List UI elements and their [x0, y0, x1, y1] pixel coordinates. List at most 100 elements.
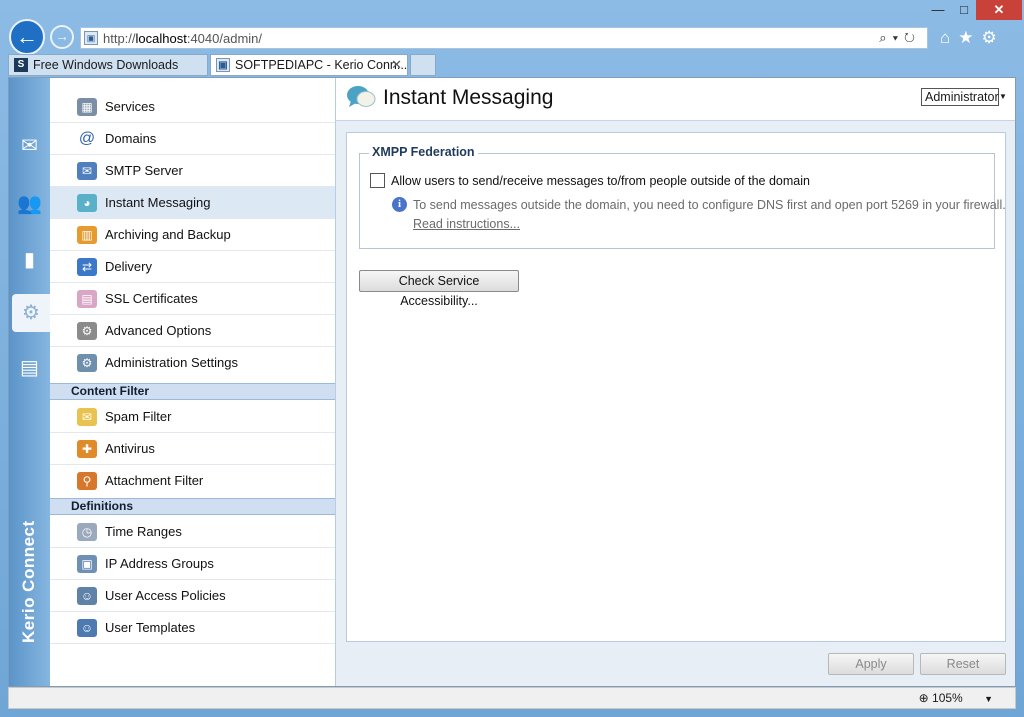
clock-icon: ◷: [77, 523, 97, 541]
chevron-down-icon[interactable]: ▼: [999, 92, 1007, 101]
menu-item-antivirus[interactable]: ✚ Antivirus: [50, 433, 335, 465]
access-policy-icon: ☺: [77, 587, 97, 605]
menu-item-spam-filter[interactable]: ✉ Spam Filter: [50, 401, 335, 433]
menu-item-ip-address-groups[interactable]: ▣ IP Address Groups: [50, 548, 335, 580]
menu-item-domains[interactable]: @ Domains: [50, 123, 335, 155]
tab-free-windows-downloads[interactable]: S Free Windows Downloads: [8, 54, 208, 76]
minimize-button[interactable]: —: [924, 0, 952, 20]
page-title: Instant Messaging: [383, 86, 554, 109]
menu-item-instant-messaging[interactable]: ◕ Instant Messaging: [50, 187, 335, 219]
tab-kerio-connect[interactable]: ▣ SOFTPEDIAPC - Kerio Conn... ✕: [210, 54, 408, 76]
url-path: :4040/admin/: [186, 31, 263, 46]
smtp-server-icon: ✉: [77, 162, 97, 180]
apply-button[interactable]: Apply: [828, 653, 914, 675]
section-rail: ✉ 👥 ▮ ⚙ ▤ Kerio Connect: [9, 78, 50, 686]
back-arrow-icon: ←: [16, 24, 38, 49]
menu-item-label: Instant Messaging: [105, 195, 211, 210]
tab-label: Free Windows Downloads: [33, 58, 179, 72]
refresh-icon[interactable]: ↻: [904, 30, 921, 45]
menu-item-label: Services: [105, 99, 155, 114]
spam-icon: ✉: [77, 408, 97, 426]
home-icon[interactable]: ⌂: [940, 28, 958, 47]
certificate-icon: ▤: [77, 290, 97, 308]
address-tools: ⌕▾↻: [879, 30, 921, 46]
allow-federation-label[interactable]: Allow users to send/receive messages to/…: [391, 174, 810, 188]
statistics-icon[interactable]: ▮: [13, 244, 46, 276]
back-button[interactable]: ←: [9, 19, 45, 55]
menu-item-delivery[interactable]: ⇄ Delivery: [50, 251, 335, 283]
menu-item-label: SSL Certificates: [105, 291, 198, 306]
menu-item-user-access-policies[interactable]: ☺ User Access Policies: [50, 580, 335, 612]
menu-item-smtp-server[interactable]: ✉ SMTP Server: [50, 155, 335, 187]
settings-icon[interactable]: ⚙: [12, 294, 50, 332]
users-icon[interactable]: 👥: [13, 188, 46, 220]
address-url[interactable]: http://localhost:4040/admin/: [103, 31, 262, 46]
menu-item-administration-settings[interactable]: ⚙ Administration Settings: [50, 347, 335, 379]
menu-item-ssl-certificates[interactable]: ▤ SSL Certificates: [50, 283, 335, 315]
menu-item-label: Delivery: [105, 259, 152, 274]
menu-item-time-ranges[interactable]: ◷ Time Ranges: [50, 516, 335, 548]
xmpp-federation-group: XMPP Federation Allow users to send/rece…: [359, 145, 1006, 249]
main-panel: Instant Messaging Administrator ▼ XMPP F…: [336, 78, 1015, 686]
section-content-filter: Content Filter: [50, 383, 335, 400]
info-icon: i: [392, 197, 407, 212]
menu-item-label: Antivirus: [105, 441, 155, 456]
chevron-down-icon[interactable]: ▼: [984, 694, 993, 704]
menu-item-attachment-filter[interactable]: ⚲ Attachment Filter: [50, 465, 335, 497]
browser-toolbar-icons: ⌂★⚙: [940, 28, 1005, 48]
new-tab-button[interactable]: [410, 54, 436, 76]
user-template-icon: ☺: [77, 619, 97, 637]
browser-window: — □ ✕ ← → ▣ http://localhost:4040/admin/…: [0, 0, 1024, 717]
zoom-icon: ⊕: [918, 691, 929, 705]
search-icon[interactable]: ⌕: [879, 30, 892, 45]
info-text: To send messages outside the domain, you…: [413, 198, 1006, 212]
settings-menu: ▦ Services @ Domains ✉ SMTP Server ◕ Ins…: [50, 78, 336, 686]
forward-arrow-icon: →: [55, 28, 69, 44]
maximize-button[interactable]: □: [952, 0, 976, 20]
page-header: Instant Messaging Administrator ▼: [336, 78, 1015, 121]
brand-label: Kerio Connect: [19, 520, 38, 643]
reset-button[interactable]: Reset: [920, 653, 1006, 675]
menu-item-label: Archiving and Backup: [105, 227, 231, 242]
ip-group-icon: ▣: [77, 555, 97, 573]
mail-icon[interactable]: ✉: [13, 130, 46, 162]
chat-bubbles-icon: [347, 86, 376, 107]
antivirus-icon: ✚: [77, 440, 97, 458]
menu-item-label: User Access Policies: [105, 588, 226, 603]
services-icon: ▦: [77, 98, 97, 116]
favorites-star-icon[interactable]: ★: [958, 28, 981, 47]
user-menu-select[interactable]: Administrator: [921, 88, 999, 106]
gears-icon: ⚙: [77, 322, 97, 340]
menu-item-user-templates[interactable]: ☺ User Templates: [50, 612, 335, 644]
tab-label: SOFTPEDIAPC - Kerio Conn...: [235, 58, 408, 72]
zoom-control[interactable]: ⊕ 105% ▼: [919, 691, 993, 705]
menu-item-advanced-options[interactable]: ⚙ Advanced Options: [50, 315, 335, 347]
menu-item-label: Domains: [105, 131, 157, 146]
status-bar: ⊕ 105% ▼: [8, 687, 1016, 709]
delivery-icon: ⇄: [77, 258, 97, 276]
page-content: ✉ 👥 ▮ ⚙ ▤ Kerio Connect ▦ Services @ Dom…: [8, 77, 1016, 687]
site-favicon-icon: ▣: [216, 58, 230, 72]
dropdown-icon[interactable]: ▾: [893, 30, 904, 45]
softpedia-favicon-icon: S: [14, 58, 28, 72]
at-sign-icon: @: [78, 130, 96, 147]
close-tab-icon[interactable]: ✕: [391, 55, 402, 75]
read-instructions-link[interactable]: Read instructions...: [413, 217, 520, 231]
forward-button[interactable]: →: [50, 25, 74, 49]
menu-item-archiving-and-backup[interactable]: ▥ Archiving and Backup: [50, 219, 335, 251]
address-bar[interactable]: ▣ http://localhost:4040/admin/ ⌕▾↻: [80, 27, 928, 49]
attachment-icon: ⚲: [77, 472, 97, 490]
xmpp-federation-legend: XMPP Federation: [369, 145, 478, 159]
close-window-button[interactable]: ✕: [976, 0, 1022, 20]
menu-item-label: Advanced Options: [105, 323, 212, 338]
menu-item-label: Spam Filter: [105, 409, 172, 424]
logs-icon[interactable]: ▤: [13, 352, 46, 384]
section-definitions: Definitions: [50, 498, 335, 515]
menu-item-services[interactable]: ▦ Services: [50, 91, 335, 123]
tools-gear-icon[interactable]: ⚙: [982, 28, 1005, 47]
check-service-accessibility-button[interactable]: Check Service Accessibility...: [359, 270, 519, 308]
menu-item-label: Attachment Filter: [105, 473, 204, 488]
url-host: localhost: [135, 31, 187, 46]
allow-federation-checkbox[interactable]: [370, 173, 385, 188]
archive-icon: ▥: [77, 226, 97, 244]
